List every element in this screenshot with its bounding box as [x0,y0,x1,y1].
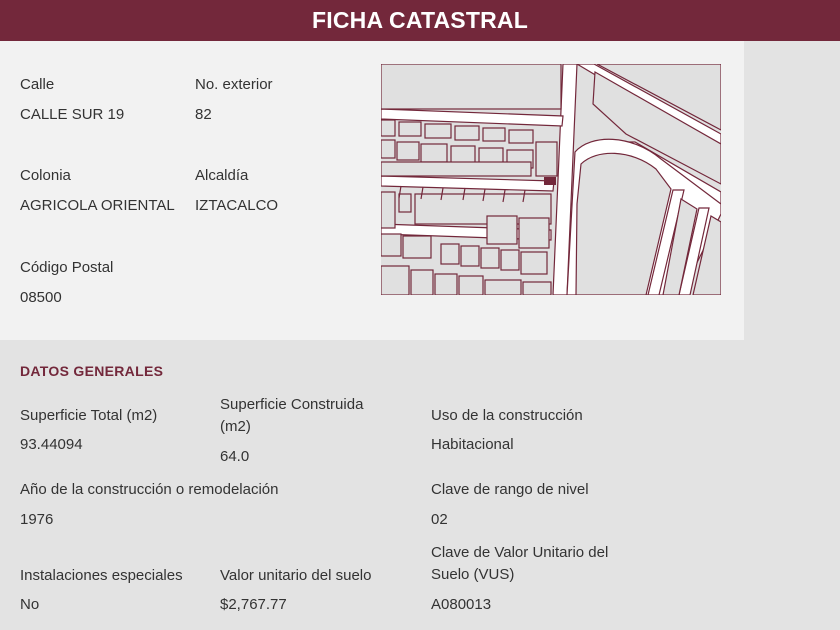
clave-rango-nivel-label: Clave de rango de nivel [431,481,589,498]
calle-value: CALLE SUR 19 [20,106,125,123]
datos-generales-title: DATOS GENERALES [20,363,164,379]
clave-rango-nivel-value: 02 [431,511,448,528]
parcel-map-icon [381,64,721,295]
colonia-value: AGRICOLA ORIENTAL [20,197,175,214]
superficie-total-label: Superficie Total (m2) [20,407,158,424]
alcaldia-value: IZTACALCO [195,197,279,214]
anio-construccion-label: Año de la construcción o remodelación [20,481,279,498]
no-exterior-label: No. exterior [195,76,273,93]
codigo-postal-label: Código Postal [20,259,114,276]
superficie-construida-label: Superficie Construida (m2) [220,396,364,435]
clave-vus-value: A080013 [431,596,492,613]
instalaciones-especiales-label: Instalaciones especiales [20,567,183,584]
page-header: FICHA CATASTRAL [0,0,840,41]
no-exterior-value: 82 [195,106,212,123]
clave-vus-label: Clave de Valor Unitario del Suelo (VUS) [431,544,609,583]
page-title: FICHA CATASTRAL [312,7,528,33]
alcaldia-label: Alcaldía [195,167,249,184]
valor-unitario-value: $2,767.77 [220,596,287,613]
anio-construccion-value: 1976 [20,511,54,528]
instalaciones-especiales-value: No [20,596,40,613]
calle-label: Calle [20,76,55,93]
uso-construccion-label: Uso de la construcción [431,407,583,424]
codigo-postal-value: 08500 [20,289,62,306]
colonia-label: Colonia [20,167,71,184]
valor-unitario-label: Valor unitario del suelo [220,567,372,584]
parcel-map[interactable] [381,64,721,295]
superficie-construida-value: 64.0 [220,448,250,465]
superficie-total-value: 93.44094 [20,436,83,453]
uso-construccion-value: Habitacional [431,436,514,453]
